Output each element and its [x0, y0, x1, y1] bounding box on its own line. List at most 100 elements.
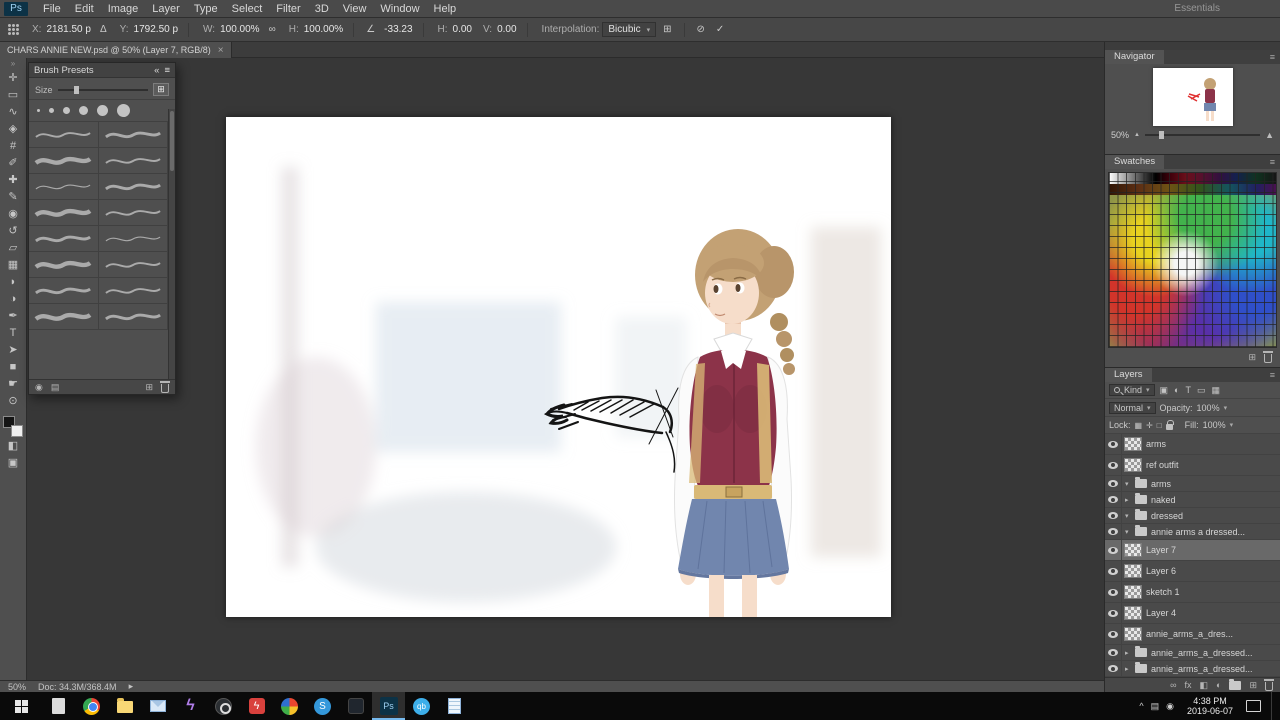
y-value-field[interactable]: 1792.50 p	[132, 23, 181, 36]
visibility-toggle[interactable]	[1105, 603, 1122, 623]
tab-layers[interactable]: Layers	[1105, 368, 1152, 382]
taskbar-red-app[interactable]: ϟ	[240, 692, 273, 720]
healing-brush-tool[interactable]: ✚	[1, 171, 26, 188]
brush-tool[interactable]: ✎	[1, 188, 26, 205]
show-desktop-button[interactable]	[1271, 692, 1276, 720]
group-row[interactable]: ▾ arms	[1105, 476, 1280, 492]
rotation-value-field[interactable]: -33.23	[382, 23, 414, 36]
layer-thumbnail[interactable]	[1124, 458, 1142, 472]
taskbar-dark-app[interactable]	[339, 692, 372, 720]
layer-thumbnail[interactable]	[1124, 437, 1142, 451]
brush-list-view-toggle[interactable]: ▤	[51, 382, 60, 393]
navigator-zoom-slider[interactable]	[1145, 134, 1260, 136]
background-color-swatch[interactable]	[11, 425, 23, 437]
zoom-out-icon[interactable]: ▲	[1134, 132, 1140, 138]
color-swatch-control[interactable]	[3, 416, 23, 437]
close-icon[interactable]: ×	[218, 45, 224, 56]
brush-preview-toggle[interactable]: ◉	[35, 382, 43, 393]
layer-thumbnail[interactable]	[1124, 585, 1142, 599]
menu-edit[interactable]: Edit	[68, 3, 101, 15]
brush-preset[interactable]	[99, 278, 169, 304]
collapse-panel-icon[interactable]: «	[154, 65, 159, 76]
filter-type-layers-icon[interactable]: T	[1184, 385, 1192, 395]
move-tool[interactable]: ✛	[1, 69, 26, 86]
document-tab[interactable]: CHARS ANNIE NEW.psd @ 50% (Layer 7, RGB/…	[0, 42, 232, 58]
brush-preset[interactable]	[99, 304, 169, 330]
lock-position-icon[interactable]: ✛	[1146, 421, 1153, 430]
disclosure-icon[interactable]: ▸	[1125, 665, 1134, 673]
tray-icon[interactable]: ▤	[1151, 701, 1160, 712]
layer-thumbnail[interactable]	[1124, 606, 1142, 620]
menu-type[interactable]: Type	[187, 3, 225, 15]
panel-menu-icon[interactable]: ≡	[1270, 370, 1280, 380]
path-selection-tool[interactable]: ➤	[1, 341, 26, 358]
delete-swatch-icon[interactable]	[1264, 354, 1272, 363]
brush-preset[interactable]	[29, 200, 99, 226]
hand-tool[interactable]: ☛	[1, 375, 26, 392]
toolbar-expand-icon[interactable]: »	[11, 59, 15, 69]
layer-style-icon[interactable]: fx	[1184, 680, 1191, 690]
canvas-artwork[interactable]	[226, 117, 891, 617]
screen-mode-button[interactable]: ▣	[1, 454, 26, 471]
zoom-level-field[interactable]: 50%	[8, 682, 26, 692]
eyedropper-tool[interactable]: ✐	[1, 154, 26, 171]
delete-brush-icon[interactable]	[161, 384, 169, 393]
tab-swatches[interactable]: Swatches	[1105, 155, 1164, 169]
new-brush-button[interactable]: ⊞	[153, 83, 169, 96]
visibility-toggle[interactable]	[1105, 624, 1122, 644]
status-arrow-icon[interactable]: ▸	[129, 681, 134, 692]
lock-all-icon[interactable]	[1166, 424, 1173, 430]
taskbar-clock[interactable]: 4:38 PM 2019-06-07	[1187, 696, 1233, 716]
menu-image[interactable]: Image	[101, 3, 146, 15]
menu-3d[interactable]: 3D	[308, 3, 336, 15]
taskbar-mail[interactable]	[141, 692, 174, 720]
menu-help[interactable]: Help	[427, 3, 464, 15]
new-swatch-icon[interactable]: ⊞	[1248, 352, 1256, 363]
brush-preset[interactable]	[99, 148, 169, 174]
brush-preset[interactable]	[29, 304, 99, 330]
zoom-tool[interactable]: ⊙	[1, 392, 26, 409]
disclosure-icon[interactable]: ▸	[1125, 496, 1134, 504]
quick-mask-button[interactable]: ◧	[1, 437, 26, 454]
blur-tool[interactable]: ◗	[1, 273, 26, 290]
menu-select[interactable]: Select	[225, 3, 270, 15]
swatch-grid[interactable]	[1108, 172, 1277, 348]
canvas-pasteboard[interactable]	[28, 58, 1104, 680]
visibility-toggle[interactable]	[1105, 476, 1122, 491]
layer-thumbnail[interactable]	[1124, 627, 1142, 641]
visibility-toggle[interactable]	[1105, 434, 1122, 454]
clone-stamp-tool[interactable]: ◉	[1, 205, 26, 222]
brush-preset[interactable]	[29, 252, 99, 278]
visibility-toggle[interactable]	[1105, 524, 1122, 539]
lasso-tool[interactable]: ∿	[1, 103, 26, 120]
brush-preset[interactable]	[29, 278, 99, 304]
tab-navigator[interactable]: Navigator	[1105, 50, 1164, 64]
dodge-tool[interactable]: ◑	[1, 290, 26, 307]
taskbar-wordpad[interactable]	[42, 692, 75, 720]
x-value-field[interactable]: 2181.50 p	[44, 23, 93, 36]
lock-image-icon[interactable]: □	[1157, 421, 1162, 430]
panel-menu-icon[interactable]: ≡	[1270, 157, 1280, 167]
zoom-in-icon[interactable]: ▲	[1265, 130, 1274, 140]
new-group-icon[interactable]	[1229, 681, 1241, 690]
brush-preset[interactable]	[29, 226, 99, 252]
layer-row-selected[interactable]: Layer 7	[1105, 540, 1280, 561]
taskbar-skype[interactable]: S	[306, 692, 339, 720]
layer-row[interactable]: ref outfit	[1105, 455, 1280, 476]
warp-mode-toggle[interactable]: ⊞	[659, 24, 675, 35]
crop-tool[interactable]: #	[1, 137, 26, 154]
shape-tool[interactable]: ■	[1, 358, 26, 375]
layer-row[interactable]: annie_arms_a_dres...	[1105, 624, 1280, 645]
marquee-tool[interactable]: ▭	[1, 86, 26, 103]
new-brush-icon[interactable]: ⊞	[145, 382, 153, 393]
hidden-icons-chevron[interactable]: ^	[1139, 701, 1143, 711]
adjustment-layer-icon[interactable]: ◐	[1216, 680, 1221, 690]
group-row[interactable]: ▾ dressed	[1105, 508, 1280, 524]
relative-position-button[interactable]: Δ	[96, 24, 111, 35]
menu-window[interactable]: Window	[373, 3, 426, 15]
visibility-toggle[interactable]	[1105, 582, 1122, 602]
layer-filter-kind-dropdown[interactable]: Kind ▾	[1109, 384, 1155, 396]
layer-row[interactable]: Layer 6	[1105, 561, 1280, 582]
brush-panel-scrollbar[interactable]	[168, 109, 175, 379]
fill-value-field[interactable]: 100%	[1203, 420, 1226, 430]
